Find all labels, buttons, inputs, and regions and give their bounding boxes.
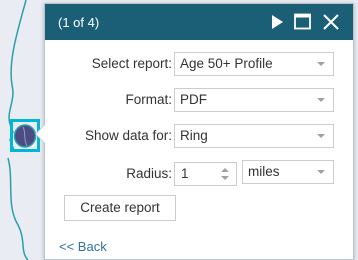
select-report-label: Select report: xyxy=(91,56,172,71)
radius-label: Radius: xyxy=(126,166,172,181)
back-link[interactable]: << Back xyxy=(59,239,107,254)
maximize-button[interactable] xyxy=(293,12,313,32)
ring-buffer-icon xyxy=(13,124,37,148)
show-data-for-select[interactable]: Ring xyxy=(174,124,334,148)
radius-number-input[interactable]: 1 xyxy=(174,162,237,186)
play-icon xyxy=(272,15,283,29)
radius-unit-value: miles xyxy=(248,164,280,179)
close-button[interactable] xyxy=(321,12,341,32)
radius-spinner[interactable] xyxy=(218,166,234,184)
show-data-for-value: Ring xyxy=(180,128,208,143)
popup-pointer xyxy=(36,125,45,143)
next-feature-button[interactable] xyxy=(267,12,287,32)
format-label: Format: xyxy=(125,92,172,107)
popup-header: (1 of 4) xyxy=(45,4,353,40)
chevron-down-icon xyxy=(317,98,325,102)
format-select-value: PDF xyxy=(180,92,207,107)
close-icon xyxy=(323,14,339,30)
spinner-down-icon[interactable] xyxy=(221,176,229,180)
chevron-down-icon xyxy=(317,170,325,174)
format-select[interactable]: PDF xyxy=(174,88,334,112)
maximize-icon xyxy=(294,13,311,30)
spinner-up-icon[interactable] xyxy=(221,168,229,172)
report-select[interactable]: Age 50+ Profile xyxy=(174,52,334,76)
map-boundary-line xyxy=(7,157,29,260)
map-boundary-line xyxy=(8,0,27,125)
radius-value: 1 xyxy=(181,166,189,181)
show-data-for-label: Show data for: xyxy=(84,128,172,143)
infographic-popup: (1 of 4) Select report: Age 50+ Profile … xyxy=(44,3,354,260)
chevron-down-icon xyxy=(317,134,325,138)
create-report-button[interactable]: Create report xyxy=(64,195,176,221)
radius-unit-select[interactable]: miles xyxy=(242,160,334,184)
report-select-value: Age 50+ Profile xyxy=(180,56,273,71)
popup-page-count: (1 of 4) xyxy=(58,15,100,30)
chevron-down-icon xyxy=(317,62,325,66)
